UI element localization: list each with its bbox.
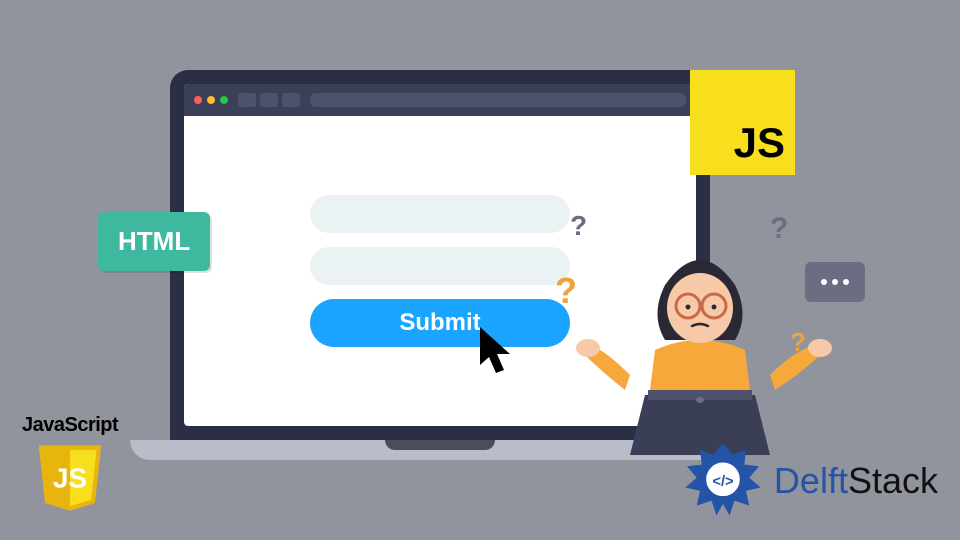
window-minimize-icon <box>207 96 215 104</box>
laptop-hinge <box>385 440 495 450</box>
svg-text:</>: </> <box>712 474 734 490</box>
text-input[interactable] <box>310 247 570 285</box>
delftstack-label: DelftStack <box>774 460 938 502</box>
js-badge: JS <box>690 70 795 175</box>
url-bar <box>310 93 686 107</box>
window-close-icon <box>194 96 202 104</box>
delftstack-emblem-icon: </> <box>682 440 764 522</box>
javascript-label: JavaScript <box>22 414 118 437</box>
submit-button[interactable]: Submit <box>310 299 570 347</box>
html-badge: HTML <box>98 212 210 271</box>
browser-titlebar <box>184 84 696 116</box>
javascript-logo: JavaScript JS <box>22 414 118 522</box>
js-shield-icon: JS <box>31 439 109 517</box>
delftstack-logo: </> DelftStack <box>682 440 938 522</box>
window-maximize-icon <box>220 96 228 104</box>
nav-back-icon <box>238 93 256 107</box>
text-input[interactable] <box>310 195 570 233</box>
svg-text:JS: JS <box>53 462 87 493</box>
nav-refresh-icon <box>282 93 300 107</box>
nav-forward-icon <box>260 93 278 107</box>
